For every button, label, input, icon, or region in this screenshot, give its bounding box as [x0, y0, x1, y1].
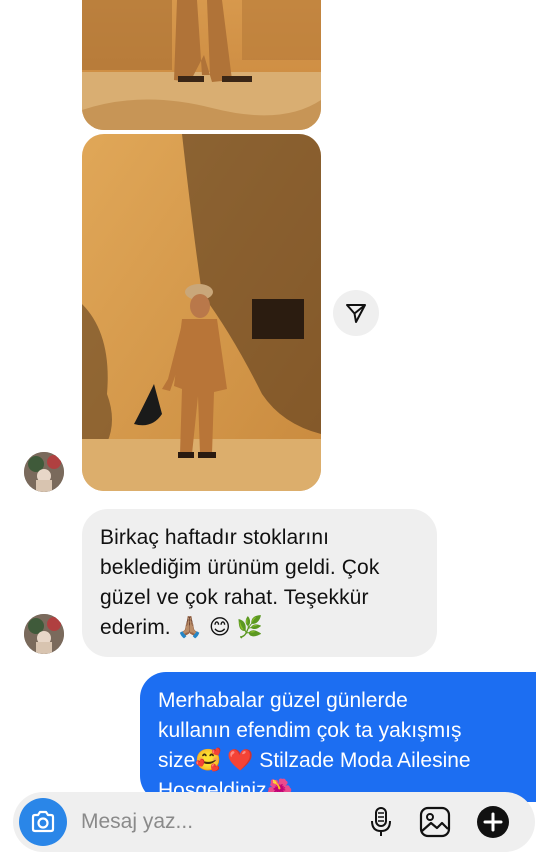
share-button[interactable]: [333, 290, 379, 336]
sender-avatar[interactable]: [24, 452, 64, 492]
shared-photo-2[interactable]: [82, 134, 321, 491]
message-input[interactable]: [81, 806, 331, 838]
message-composer: [13, 792, 535, 852]
voice-message-button[interactable]: [363, 804, 399, 840]
message-line: güzel ve çok rahat. Teşekkür: [100, 586, 369, 609]
outgoing-message: Merhabalar güzel günlerde kullanın efend…: [140, 672, 536, 802]
camera-icon: [31, 810, 55, 833]
gallery-button[interactable]: [417, 804, 453, 840]
bottom-bar: [0, 858, 536, 866]
message-line: Birkaç haftadır stoklarını: [100, 526, 330, 549]
paper-plane-icon: [346, 304, 366, 323]
plus-icon: [477, 806, 509, 838]
sender-avatar[interactable]: [24, 614, 64, 654]
camera-button[interactable]: [19, 798, 67, 846]
shared-photo-1[interactable]: [82, 0, 321, 130]
microphone-icon: [371, 807, 391, 836]
add-button[interactable]: [475, 804, 511, 840]
message-line: beklediğim ürünüm geldi. Çok: [100, 556, 380, 579]
chat-thread: Birkaç haftadır stoklarını beklediğim ür…: [0, 0, 536, 866]
image-icon: [419, 806, 451, 838]
incoming-message: Birkaç haftadır stoklarını beklediğim ür…: [82, 509, 437, 657]
message-line: size🥰 ❤️ Stilzade Moda Ailesine: [158, 749, 471, 772]
message-line: Merhabalar güzel günlerde: [158, 689, 408, 712]
message-line: ederim. 🙏🏽 😊 🌿: [100, 616, 264, 639]
message-line: kullanın efendim çok ta yakışmış: [158, 719, 462, 742]
